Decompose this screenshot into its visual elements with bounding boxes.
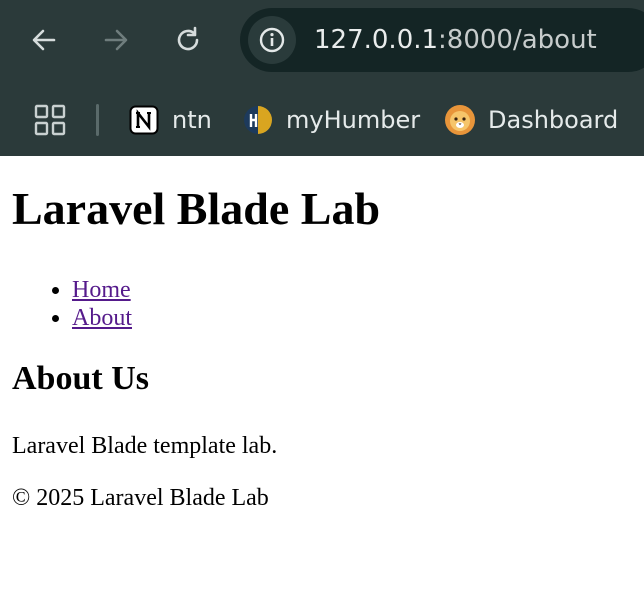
- lion-icon: [444, 104, 476, 136]
- reload-icon: [177, 26, 199, 51]
- browser-toolbar: 127.0.0.1:8000/about: [0, 0, 644, 80]
- myhumber-icon: [242, 104, 274, 136]
- bookmark-dashboard[interactable]: Dashboard: [444, 102, 618, 138]
- back-arrow-icon: [32, 29, 56, 51]
- url-path: :8000/about: [438, 25, 597, 55]
- site-info-button[interactable]: [248, 16, 296, 64]
- bookmark-myhumber[interactable]: myHumber: [242, 102, 420, 138]
- url-text[interactable]: 127.0.0.1:8000/about: [314, 22, 597, 58]
- bookmarks-bar: ntn myHumber Dashboard: [0, 88, 644, 152]
- site-title: Laravel Blade Lab: [12, 183, 381, 234]
- nav-item-home: Home: [72, 276, 132, 304]
- url-host: 127.0.0.1: [314, 25, 439, 55]
- bookmark-label: ntn: [172, 106, 212, 134]
- nav-link-about[interactable]: About: [72, 305, 132, 331]
- main-nav: Home About: [12, 276, 132, 332]
- bookmarks-separator: [96, 104, 99, 136]
- info-icon: [259, 27, 285, 53]
- nav-item-about: About: [72, 304, 132, 332]
- page-content: Laravel Blade Lab Home About About Us La…: [0, 156, 644, 590]
- back-button[interactable]: [24, 20, 64, 60]
- forward-button[interactable]: [96, 20, 136, 60]
- apps-grid-icon: [34, 104, 66, 136]
- forward-arrow-icon: [104, 29, 128, 51]
- notion-icon: [128, 104, 160, 136]
- page-heading: About Us: [12, 360, 149, 397]
- nav-link-home[interactable]: Home: [72, 277, 131, 303]
- reload-button[interactable]: [168, 20, 208, 60]
- apps-button[interactable]: [32, 102, 68, 138]
- bookmark-ntn[interactable]: ntn: [128, 102, 212, 138]
- bookmark-label: Dashboard: [488, 106, 619, 134]
- page-description: Laravel Blade template lab.: [12, 433, 278, 459]
- bookmark-label: myHumber: [286, 106, 421, 134]
- browser-chrome: 127.0.0.1:8000/about ntn myHumber Dashbo…: [0, 0, 644, 156]
- footer-text: © 2025 Laravel Blade Lab: [12, 485, 269, 511]
- address-bar[interactable]: 127.0.0.1:8000/about: [240, 8, 644, 72]
